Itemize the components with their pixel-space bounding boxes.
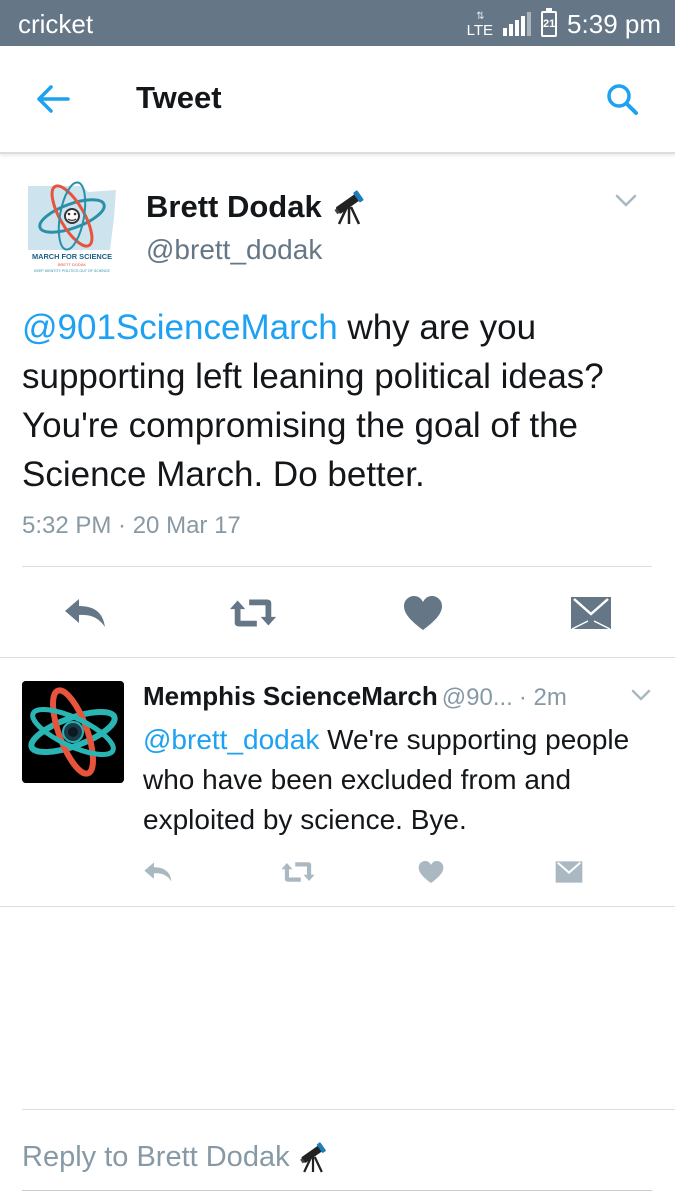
heart-icon	[418, 860, 444, 884]
network-type: LTE	[466, 22, 494, 39]
telescope-icon	[299, 1142, 326, 1173]
search-icon	[607, 84, 638, 115]
reply-actions	[0, 855, 675, 889]
main-tweet: MARCH FOR SCIENCE BRETT DODAK KEEP IDENT…	[0, 156, 675, 658]
network-indicator: ⇅ LTE	[467, 10, 493, 38]
reply-icon	[144, 862, 172, 882]
like-button[interactable]	[413, 855, 449, 889]
envelope-icon	[555, 861, 583, 883]
heart-icon	[404, 596, 442, 630]
retweet-button[interactable]	[280, 855, 316, 889]
reply-icon	[65, 599, 105, 627]
tweet-text: @901ScienceMarch why are you supporting …	[22, 303, 652, 499]
reply-author-handle[interactable]: @90...	[442, 684, 513, 711]
direct-message-button[interactable]	[551, 855, 587, 889]
avatar-caption-line1: MARCH FOR SCIENCE	[32, 252, 112, 261]
back-button[interactable]	[28, 74, 78, 124]
app-header: Tweet	[0, 46, 675, 154]
like-button[interactable]	[398, 588, 448, 638]
composer-underline	[22, 1190, 652, 1191]
reply-placeholder: Reply to Brett Dodak	[22, 1140, 290, 1173]
tweet-menu-button[interactable]	[615, 194, 637, 213]
tweet-timestamp: 5:32 PM · 20 Mar 17	[22, 512, 241, 539]
data-arrows-icon: ⇅	[476, 11, 484, 22]
mention-link[interactable]: @901ScienceMarch	[22, 308, 338, 347]
carrier-label: cricket	[18, 9, 94, 39]
retweet-button[interactable]	[228, 588, 278, 638]
reply-menu-button[interactable]	[631, 689, 651, 707]
avatar[interactable]	[22, 681, 124, 783]
battery-icon: 21	[541, 8, 558, 37]
author-name-text: Brett Dodak	[146, 189, 322, 224]
retweet-icon	[281, 862, 315, 882]
reply-button[interactable]	[140, 855, 176, 889]
direct-message-button[interactable]	[566, 588, 616, 638]
reply-text: @brett_dodak We're supporting people who…	[143, 720, 643, 840]
author-name[interactable]: Brett Dodak	[146, 189, 366, 225]
avatar-caption-line2: BRETT DODAK	[58, 262, 87, 267]
mention-link[interactable]: @brett_dodak	[143, 724, 319, 755]
author-handle[interactable]: @brett_dodak	[146, 234, 322, 266]
envelope-icon	[571, 597, 611, 630]
reply-header: Memphis ScienceMarch @90... · 2m	[143, 681, 567, 712]
telescope-icon	[334, 190, 364, 225]
arrow-left-icon	[37, 85, 70, 113]
atom-logo-icon	[22, 681, 124, 783]
march-for-science-avatar-icon: MARCH FOR SCIENCE BRETT DODAK KEEP IDENT…	[22, 178, 122, 278]
chevron-down-icon	[631, 689, 651, 701]
status-bar: cricket ⇅ LTE 21 5:39 pm	[0, 0, 675, 46]
avatar-caption-line3: KEEP IDENTITY POLITICS OUT OF SCIENCE	[34, 269, 110, 273]
status-time: 5:39 pm	[567, 8, 661, 39]
battery-level: 21	[543, 18, 556, 30]
status-indicators: ⇅ LTE 21 5:39 pm	[467, 6, 661, 42]
divider	[22, 566, 652, 567]
search-button[interactable]	[597, 74, 647, 124]
signal-strength-icon	[503, 12, 532, 36]
reply-time: · 2m	[518, 684, 567, 711]
reply-author-name[interactable]: Memphis ScienceMarch	[143, 681, 438, 711]
reply-tweet: Memphis ScienceMarch @90... · 2m @brett_do…	[0, 659, 675, 907]
retweet-icon	[229, 599, 277, 627]
reply-button[interactable]	[60, 588, 110, 638]
reply-composer-input[interactable]: Reply to Brett Dodak	[22, 1132, 328, 1182]
chevron-down-icon	[615, 194, 637, 207]
page-title: Tweet	[136, 80, 222, 115]
tweet-actions	[0, 588, 675, 638]
divider	[22, 1109, 675, 1110]
avatar[interactable]: MARCH FOR SCIENCE BRETT DODAK KEEP IDENT…	[22, 178, 122, 278]
